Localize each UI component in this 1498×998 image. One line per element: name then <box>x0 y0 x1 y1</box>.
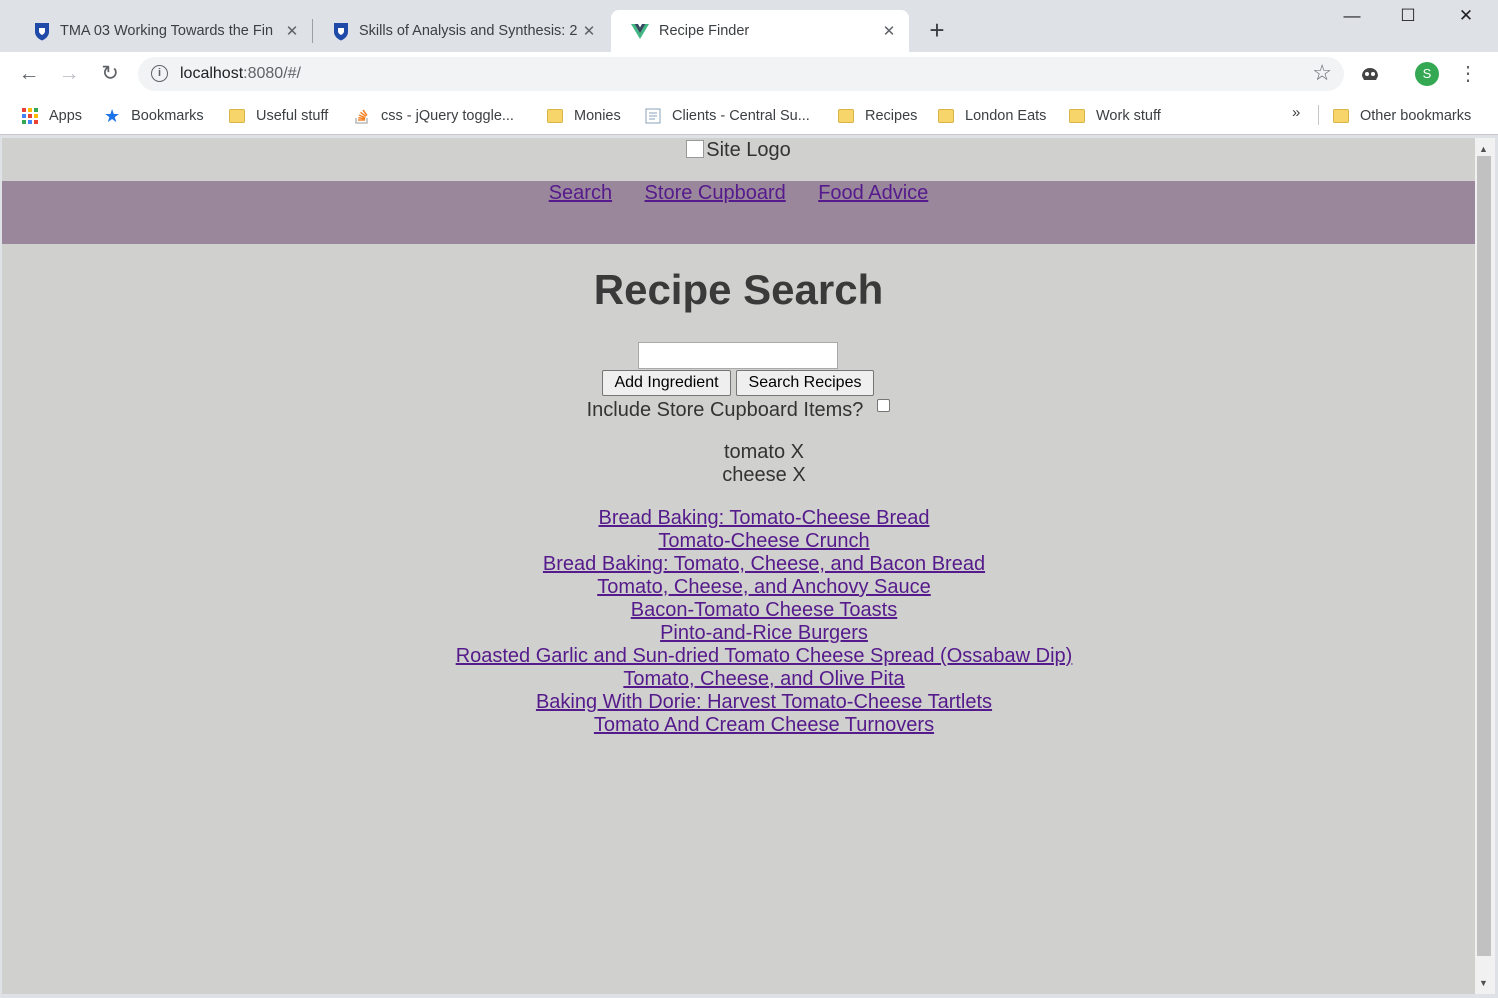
recipe-link[interactable]: Baking With Dorie: Harvest Tomato-Cheese… <box>2 691 1475 714</box>
scroll-down-icon[interactable]: ▼ <box>1479 978 1488 988</box>
folder-icon <box>1333 109 1349 123</box>
bookmark-label: London Eats <box>965 108 1047 124</box>
bookmark-apps[interactable]: Apps <box>22 105 82 127</box>
broken-image-icon <box>686 140 705 158</box>
apps-icon <box>22 108 38 124</box>
nav-link-store-cupboard[interactable]: Store Cupboard <box>645 181 786 205</box>
add-ingredient-button[interactable]: Add Ingredient <box>602 370 731 396</box>
store-cupboard-option: Include Store Cupboard Items? <box>2 399 1475 422</box>
nav-link-search[interactable]: Search <box>549 181 612 205</box>
ingredient-list: tomato X cheese X <box>2 441 1475 487</box>
more-bookmarks-chevron-icon[interactable]: » <box>1292 104 1300 121</box>
stackoverflow-icon <box>355 109 368 124</box>
reload-icon[interactable]: ↻ <box>97 61 123 87</box>
bookmark-label: css - jQuery toggle... <box>381 108 514 124</box>
page-title: Recipe Search <box>593 266 884 313</box>
back-icon[interactable]: ← <box>16 61 42 87</box>
tab-skills[interactable]: Skills of Analysis and Synthesis: 2 ✕ <box>313 10 609 52</box>
scrollbar-thumb[interactable] <box>1477 156 1491 956</box>
profile-avatar[interactable]: S <box>1415 62 1439 86</box>
tab-title: TMA 03 Working Towards the Fin <box>60 23 274 39</box>
shield-icon <box>35 22 49 40</box>
bookmark-label: Monies <box>574 108 621 124</box>
bookmark-useful-stuff[interactable]: Useful stuff <box>229 105 328 127</box>
shield-icon <box>334 22 348 40</box>
ingredient-item[interactable]: tomato X <box>2 441 1475 464</box>
address-bar[interactable]: i localhost:8080/#/ ☆ <box>138 57 1344 91</box>
close-icon[interactable]: ✕ <box>881 22 897 40</box>
site-navigation: Search Store Cupboard Food Advice <box>2 181 1475 244</box>
page-scrollbar[interactable]: ▲ ▼ <box>1475 138 1495 994</box>
tab-recipe-finder[interactable]: Recipe Finder ✕ <box>611 10 909 52</box>
close-icon[interactable]: ✕ <box>284 22 300 40</box>
tab-tma03[interactable]: TMA 03 Working Towards the Fin ✕ <box>14 10 312 52</box>
folder-icon <box>838 109 854 123</box>
recipe-link[interactable]: Bread Baking: Tomato, Cheese, and Bacon … <box>2 553 1475 576</box>
store-cupboard-checkbox[interactable] <box>877 399 891 412</box>
minimize-button[interactable]: — <box>1328 6 1376 30</box>
bookmark-css-jquery[interactable]: css - jQuery toggle... <box>354 105 514 127</box>
recipe-link[interactable]: Tomato, Cheese, and Olive Pita <box>2 668 1475 691</box>
folder-icon <box>1069 109 1085 123</box>
bookmark-other[interactable]: Other bookmarks <box>1333 105 1471 127</box>
bookmark-label: Useful stuff <box>256 108 329 124</box>
bookmark-label: Apps <box>49 108 83 124</box>
folder-icon <box>547 109 563 123</box>
folder-icon <box>229 109 245 123</box>
recipe-link[interactable]: Bacon-Tomato Cheese Toasts <box>2 599 1475 622</box>
recipe-link[interactable]: Roasted Garlic and Sun-dried Tomato Chee… <box>2 645 1475 668</box>
bookmark-monies[interactable]: Monies <box>547 105 621 127</box>
info-icon[interactable]: i <box>151 65 168 82</box>
menu-icon[interactable]: ⋮ <box>1458 60 1478 88</box>
search-recipes-button[interactable]: Search Recipes <box>736 370 874 396</box>
bookmarks-bar: Apps ★ Bookmarks Useful stuff css - jQue… <box>0 97 1498 135</box>
bookmark-label: Recipes <box>865 108 918 124</box>
recipe-link[interactable]: Tomato, Cheese, and Anchovy Sauce <box>2 576 1475 599</box>
url-host: localhost <box>180 65 244 82</box>
url-text[interactable]: localhost:8080/#/ <box>180 65 301 83</box>
close-icon[interactable]: ✕ <box>581 22 597 40</box>
bookmark-label: Clients - Central Su... <box>672 108 810 124</box>
star-icon: ★ <box>104 105 121 126</box>
browser-toolbar: ← → ↻ i localhost:8080/#/ ☆ <box>0 52 1498 97</box>
nav-link-food-advice[interactable]: Food Advice <box>818 181 928 205</box>
ingredient-input[interactable] <box>638 342 838 369</box>
recipe-link[interactable]: Tomato-Cheese Crunch <box>2 530 1475 553</box>
window-edge <box>0 994 1498 998</box>
store-cupboard-label: Include Store Cupboard Items? <box>586 399 864 421</box>
tab-title: Skills of Analysis and Synthesis: 2 <box>359 23 578 39</box>
window-close-button[interactable]: ✕ <box>1442 6 1490 30</box>
vue-icon <box>631 23 649 39</box>
folder-icon <box>938 109 954 123</box>
bookmark-label: Other bookmarks <box>1360 108 1472 124</box>
tab-title: Recipe Finder <box>659 23 750 39</box>
site-logo: Site Logo <box>2 138 1475 181</box>
bookmark-clients[interactable]: Clients - Central Su... <box>645 105 810 127</box>
page-viewport: Site Logo Search Store Cupboard Food Adv… <box>2 138 1475 994</box>
bookmark-bookmarks[interactable]: ★ Bookmarks <box>104 105 204 127</box>
ingredient-item[interactable]: cheese X <box>2 464 1475 487</box>
bookmark-work-stuff[interactable]: Work stuff <box>1069 105 1161 127</box>
url-path: :8080/#/ <box>243 65 301 82</box>
maximize-button[interactable]: ☐ <box>1384 6 1432 30</box>
bookmark-recipes[interactable]: Recipes <box>838 105 917 127</box>
bookmark-london-eats[interactable]: London Eats <box>938 105 1046 127</box>
document-icon <box>645 108 661 124</box>
bookmark-star-icon[interactable]: ☆ <box>1312 60 1332 86</box>
recipe-results: Bread Baking: Tomato-Cheese Bread Tomato… <box>2 507 1475 737</box>
bookmark-label: Work stuff <box>1096 108 1161 124</box>
new-tab-button[interactable]: + <box>924 17 950 43</box>
tab-strip: TMA 03 Working Towards the Fin ✕ Skills … <box>0 0 1498 52</box>
scroll-up-icon[interactable]: ▲ <box>1479 144 1488 154</box>
bookmarks-divider <box>1318 105 1319 125</box>
site-logo-alt: Site Logo <box>706 139 791 161</box>
recipe-link[interactable]: Bread Baking: Tomato-Cheese Bread <box>2 507 1475 530</box>
bookmark-label: Bookmarks <box>131 108 204 124</box>
recipe-link[interactable]: Tomato And Cream Cheese Turnovers <box>2 714 1475 737</box>
extension-icon[interactable] <box>1358 62 1382 86</box>
forward-icon[interactable]: → <box>56 61 82 87</box>
recipe-link[interactable]: Pinto-and-Rice Burgers <box>2 622 1475 645</box>
